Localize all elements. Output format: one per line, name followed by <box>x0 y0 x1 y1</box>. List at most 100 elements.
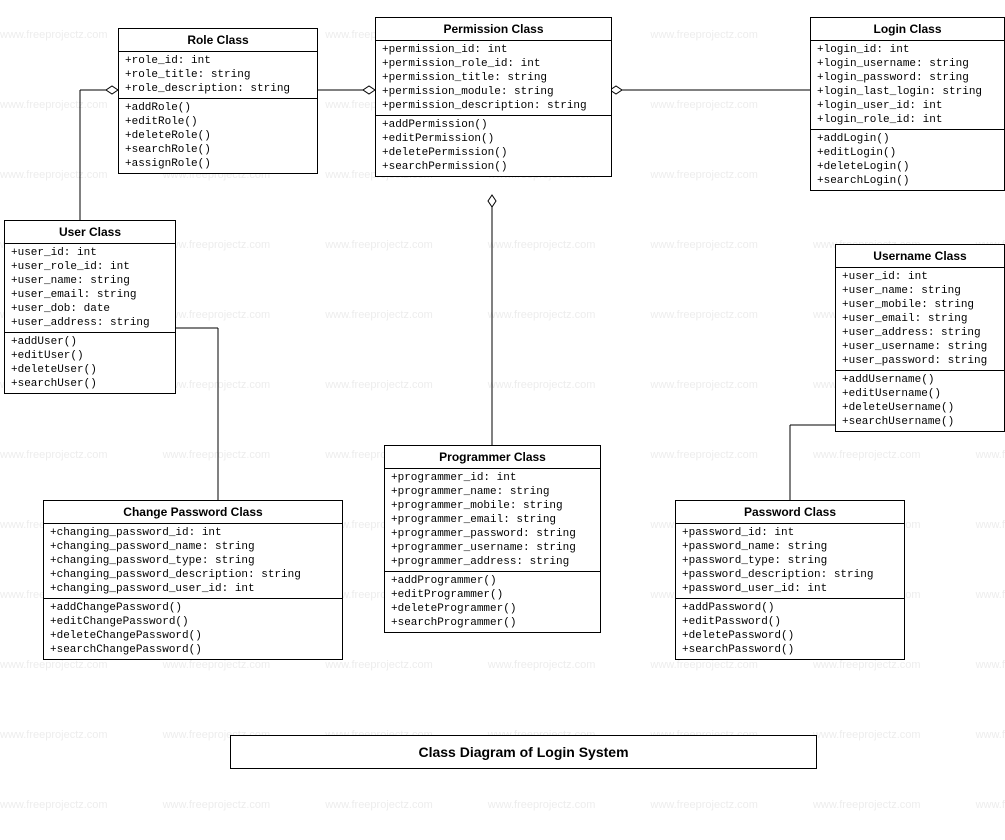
uml-line: +user_id: int <box>11 246 169 260</box>
uml-line: +permission_title: string <box>382 71 605 85</box>
uml-line: +editUser() <box>11 349 169 363</box>
uml-line: +searchChangePassword() <box>50 643 336 657</box>
uml-line: +deletePermission() <box>382 146 605 160</box>
uml-line: +editPassword() <box>682 615 898 629</box>
uml-line: +user_username: string <box>842 340 998 354</box>
class-title: Change Password Class <box>44 501 342 524</box>
uml-line: +user_name: string <box>11 274 169 288</box>
uml-line: +user_role_id: int <box>11 260 169 274</box>
uml-line: +password_name: string <box>682 540 898 554</box>
methods: +addPermission()+editPermission()+delete… <box>376 116 611 176</box>
uml-line: +editPermission() <box>382 132 605 146</box>
uml-line: +login_password: string <box>817 71 998 85</box>
class-role: Role Class +role_id: int+role_title: str… <box>118 28 318 174</box>
class-title: Login Class <box>811 18 1004 41</box>
uml-line: +changing_password_id: int <box>50 526 336 540</box>
uml-line: +searchRole() <box>125 143 311 157</box>
uml-line: +deleteProgrammer() <box>391 602 594 616</box>
methods: +addPassword()+editPassword()+deletePass… <box>676 599 904 659</box>
class-title: Username Class <box>836 245 1004 268</box>
uml-line: +login_user_id: int <box>817 99 998 113</box>
methods: +addLogin()+editLogin()+deleteLogin()+se… <box>811 130 1004 190</box>
diagram-canvas: www.freeprojectz.comwww.freeprojectz.com… <box>0 0 1005 792</box>
uml-line: +user_id: int <box>842 270 998 284</box>
uml-line: +permission_id: int <box>382 43 605 57</box>
uml-line: +login_last_login: string <box>817 85 998 99</box>
uml-line: +user_email: string <box>842 312 998 326</box>
uml-line: +permission_description: string <box>382 99 605 113</box>
uml-line: +deletePassword() <box>682 629 898 643</box>
uml-line: +addProgrammer() <box>391 574 594 588</box>
methods: +addChangePassword()+editChangePassword(… <box>44 599 342 659</box>
uml-line: +editProgrammer() <box>391 588 594 602</box>
uml-line: +role_title: string <box>125 68 311 82</box>
uml-line: +addLogin() <box>817 132 998 146</box>
uml-line: +addUsername() <box>842 373 998 387</box>
class-programmer: Programmer Class +programmer_id: int+pro… <box>384 445 601 633</box>
uml-line: +password_type: string <box>682 554 898 568</box>
class-title: Permission Class <box>376 18 611 41</box>
attributes: +changing_password_id: int+changing_pass… <box>44 524 342 599</box>
methods: +addUser()+editUser()+deleteUser()+searc… <box>5 333 175 393</box>
methods: +addUsername()+editUsername()+deleteUser… <box>836 371 1004 431</box>
attributes: +user_id: int+user_role_id: int+user_nam… <box>5 244 175 333</box>
uml-line: +editChangePassword() <box>50 615 336 629</box>
uml-line: +searchPassword() <box>682 643 898 657</box>
class-password: Password Class +password_id: int+passwor… <box>675 500 905 660</box>
attributes: +user_id: int+user_name: string+user_mob… <box>836 268 1004 371</box>
attributes: +programmer_id: int+programmer_name: str… <box>385 469 600 572</box>
class-title: Role Class <box>119 29 317 52</box>
uml-line: +user_dob: date <box>11 302 169 316</box>
uml-line: +deleteLogin() <box>817 160 998 174</box>
uml-line: +role_description: string <box>125 82 311 96</box>
uml-line: +addChangePassword() <box>50 601 336 615</box>
class-permission: Permission Class +permission_id: int+per… <box>375 17 612 177</box>
diagram-title: Class Diagram of Login System <box>230 735 817 769</box>
uml-line: +searchUser() <box>11 377 169 391</box>
uml-line: +programmer_password: string <box>391 527 594 541</box>
uml-line: +addUser() <box>11 335 169 349</box>
uml-line: +programmer_email: string <box>391 513 594 527</box>
uml-line: +changing_password_user_id: int <box>50 582 336 596</box>
uml-line: +login_id: int <box>817 43 998 57</box>
uml-line: +editLogin() <box>817 146 998 160</box>
uml-line: +changing_password_type: string <box>50 554 336 568</box>
attributes: +login_id: int+login_username: string+lo… <box>811 41 1004 130</box>
uml-line: +deleteUser() <box>11 363 169 377</box>
uml-line: +permission_role_id: int <box>382 57 605 71</box>
uml-line: +addPermission() <box>382 118 605 132</box>
uml-line: +role_id: int <box>125 54 311 68</box>
uml-line: +user_mobile: string <box>842 298 998 312</box>
uml-line: +changing_password_name: string <box>50 540 336 554</box>
uml-line: +searchPermission() <box>382 160 605 174</box>
uml-line: +programmer_name: string <box>391 485 594 499</box>
uml-line: +password_id: int <box>682 526 898 540</box>
uml-line: +login_username: string <box>817 57 998 71</box>
uml-line: +programmer_username: string <box>391 541 594 555</box>
uml-line: +programmer_address: string <box>391 555 594 569</box>
uml-line: +login_role_id: int <box>817 113 998 127</box>
class-title: User Class <box>5 221 175 244</box>
class-change-password: Change Password Class +changing_password… <box>43 500 343 660</box>
uml-line: +password_user_id: int <box>682 582 898 596</box>
methods: +addRole()+editRole()+deleteRole()+searc… <box>119 99 317 173</box>
uml-line: +deleteRole() <box>125 129 311 143</box>
uml-line: +programmer_mobile: string <box>391 499 594 513</box>
uml-line: +user_email: string <box>11 288 169 302</box>
uml-line: +searchUsername() <box>842 415 998 429</box>
methods: +addProgrammer()+editProgrammer()+delete… <box>385 572 600 632</box>
uml-line: +searchProgrammer() <box>391 616 594 630</box>
uml-line: +programmer_id: int <box>391 471 594 485</box>
uml-line: +addRole() <box>125 101 311 115</box>
uml-line: +assignRole() <box>125 157 311 171</box>
class-title: Password Class <box>676 501 904 524</box>
class-login: Login Class +login_id: int+login_usernam… <box>810 17 1005 191</box>
uml-line: +deleteChangePassword() <box>50 629 336 643</box>
uml-line: +changing_password_description: string <box>50 568 336 582</box>
attributes: +role_id: int+role_title: string+role_de… <box>119 52 317 99</box>
class-user: User Class +user_id: int+user_role_id: i… <box>4 220 176 394</box>
class-username: Username Class +user_id: int+user_name: … <box>835 244 1005 432</box>
uml-line: +user_address: string <box>11 316 169 330</box>
uml-line: +user_name: string <box>842 284 998 298</box>
uml-line: +addPassword() <box>682 601 898 615</box>
